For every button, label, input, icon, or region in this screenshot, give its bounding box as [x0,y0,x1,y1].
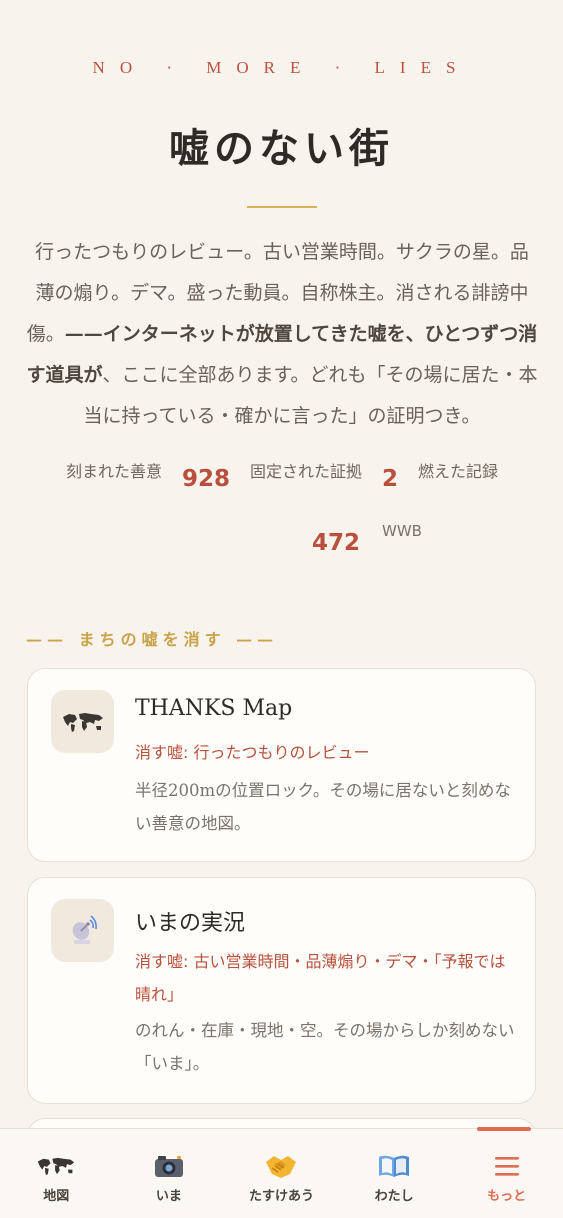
stats-row: 刻まれた善意 928 固定された証拠 2 燃えた記録 472 WWB [22,452,542,556]
tab-me[interactable]: わたし [338,1129,450,1218]
stat-label: 固定された証拠 [249,462,362,481]
tab-now[interactable]: いま [113,1129,225,1218]
menu-icon [494,1151,520,1181]
stat-burned-value: 472 WWB [312,522,422,556]
card-description: 半径200mの位置ロック。その場に居ないと刻めない善意の地図。 [135,781,511,833]
card-lie: 消す嘘: 行ったつもりのレビュー [135,743,370,762]
card-lie: 消す嘘: 古い営業時間・品薄煽り・デマ・「予報では晴れ」 [135,952,506,1004]
hero-lead: 行ったつもりのレビュー。古い営業時間。サクラの星。品薄の煽り。デマ。盛った動員。… [26,232,538,437]
tab-label: 地図 [43,1189,70,1204]
tab-label: もっと [487,1189,527,1204]
stat-label: 刻まれた善意 [65,462,162,481]
card-thanks-map[interactable]: THANKS Map 消す嘘: 行ったつもりのレビュー 半径200mの位置ロック… [27,668,536,862]
stat-value: 472 [312,530,361,556]
title-divider [247,206,317,208]
hero-eyebrow: NO · MORE · LIES [92,58,471,77]
tab-help[interactable]: たすけあう [225,1129,337,1218]
world-map-icon [35,1151,77,1181]
handshake-icon [264,1151,298,1181]
page: NO · MORE · LIES 嘘のない街 行ったつもりのレビュー。古い営業時… [0,0,563,1218]
tab-more[interactable]: もっと [451,1127,563,1218]
bottom-tab-bar: 地図 いま たすけあう わたし もっと [0,1127,563,1218]
stat-value: 928 [181,466,230,492]
stat-unit: WWB [382,522,422,540]
card-title: THANKS Map [135,696,293,721]
section-heading: —— まちの嘘を消す —— [26,630,279,649]
page-title: 嘘のない街 [169,125,394,172]
card-description: のれん・在庫・現地・空。その場からしか刻めない「いま」。 [135,1021,515,1073]
stat-evidence: 固定された証拠 2 [250,452,398,492]
card-live-now[interactable]: いまの実況 消す嘘: 古い営業時間・品薄煽り・デマ・「予報では晴れ」 のれん・在… [27,877,536,1104]
tab-label: いま [155,1189,182,1204]
tab-label: わたし [374,1189,414,1204]
card-title: いまの実況 [135,911,246,936]
world-map-icon [51,690,114,753]
active-tab-indicator [476,1127,531,1131]
satellite-dish-icon [51,899,114,962]
tab-label: たすけあう [248,1189,314,1204]
camera-icon [153,1151,185,1181]
tab-map[interactable]: 地図 [0,1129,112,1218]
open-book-icon [377,1151,411,1181]
lead-text-2: 、ここに全部あります。どれも「その場に居た・本当に持っている・確かに言った」の証… [83,364,538,427]
stat-kindness: 刻まれた善意 928 [66,452,230,492]
stat-value: 2 [382,466,399,492]
stat-label: 燃えた記録 [418,462,499,481]
stat-burned: 燃えた記録 [418,452,498,482]
